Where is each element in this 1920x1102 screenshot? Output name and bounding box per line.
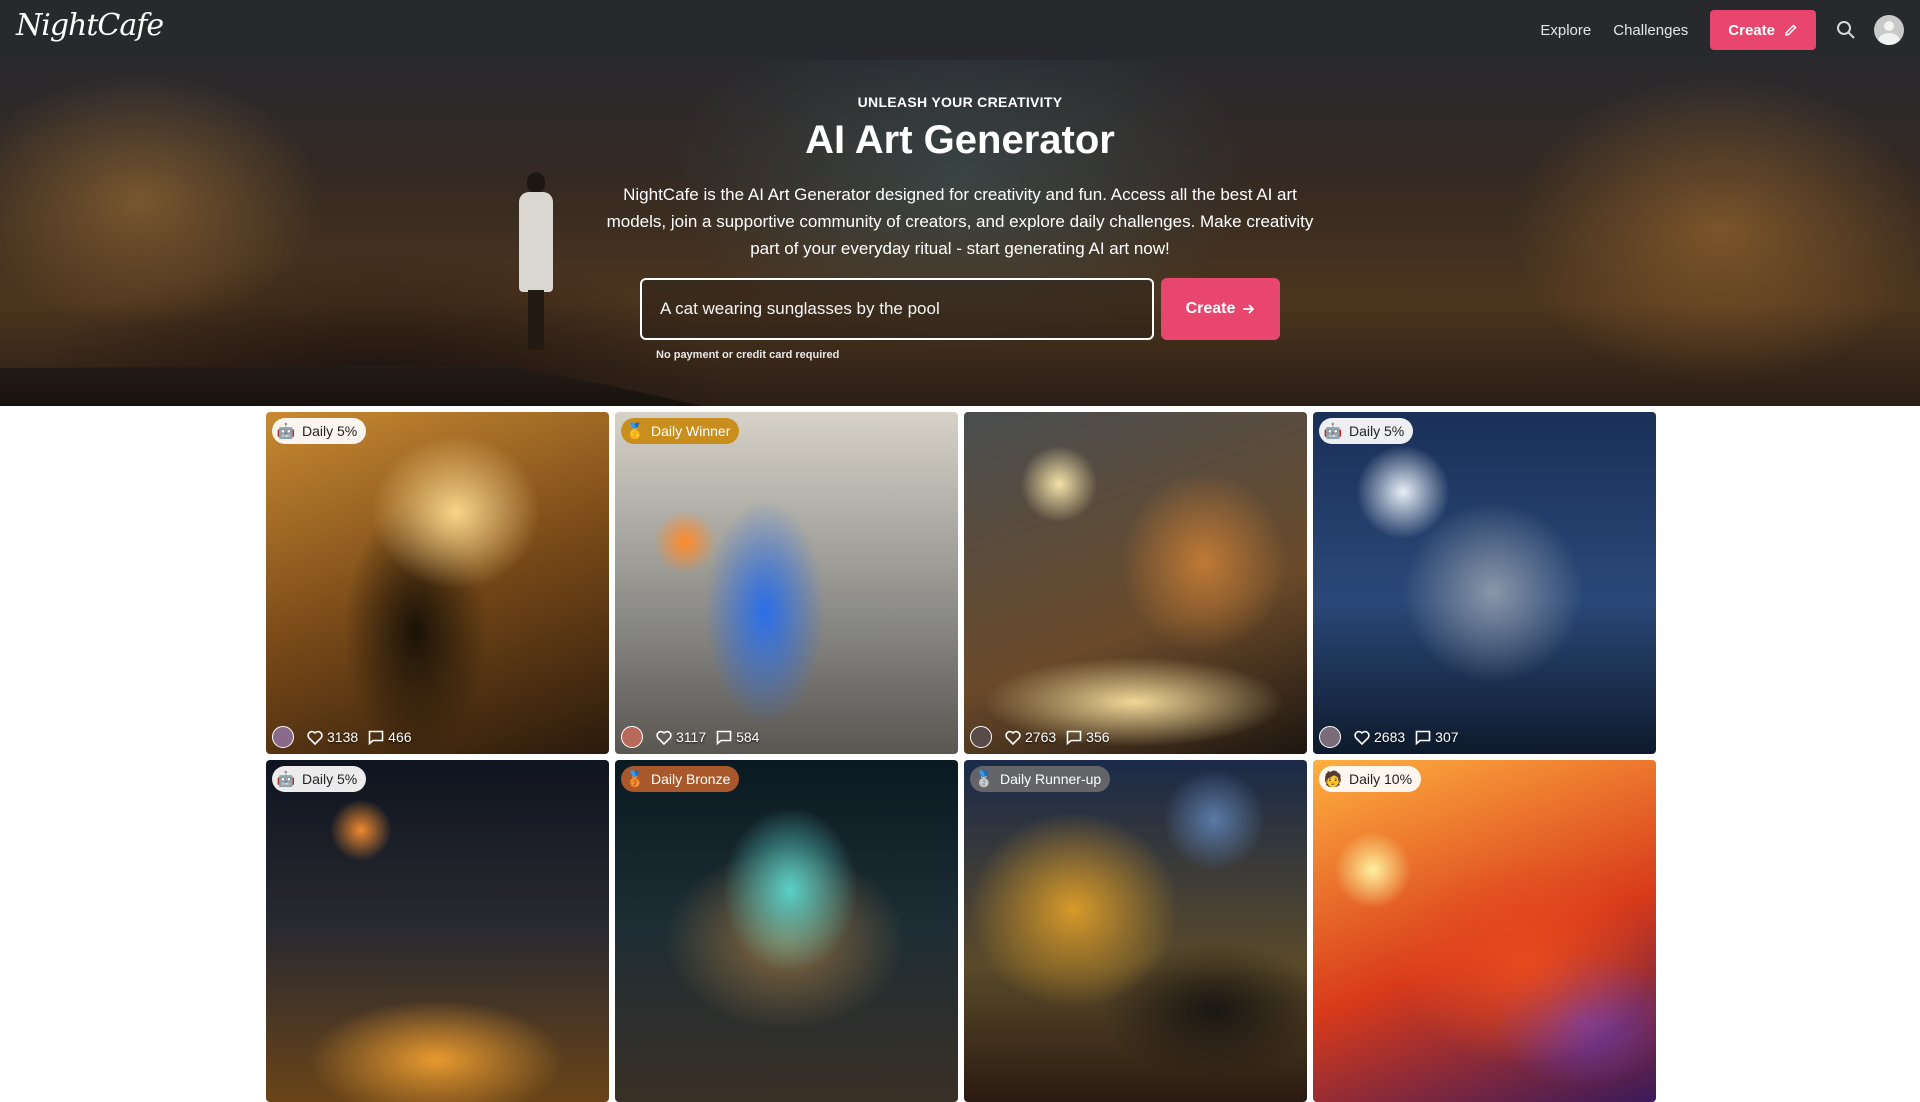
arrow-right-icon	[1243, 304, 1255, 314]
artwork-image	[266, 412, 609, 754]
silver-medal-icon: 🥈	[974, 771, 994, 788]
gallery-card[interactable]: 🤖 Daily 5% 3138 466	[266, 412, 609, 754]
comments-count: 356	[1086, 729, 1110, 745]
award-badge-label: Daily Runner-up	[1000, 771, 1102, 787]
gold-medal-icon: 🥇	[625, 423, 645, 440]
likes-count: 3117	[676, 729, 707, 745]
prompt-create-label: Create	[1185, 300, 1236, 317]
no-payment-note: No payment or credit card required	[656, 349, 840, 361]
likes-count: 3138	[327, 729, 359, 745]
nav-create-label: Create	[1728, 21, 1775, 39]
hero-content: UNLEASH YOUR CREATIVITY AI Art Generator…	[0, 60, 1920, 406]
heart-icon[interactable]	[1354, 730, 1370, 745]
hero-eyebrow: UNLEASH YOUR CREATIVITY	[857, 94, 1063, 110]
user-avatar[interactable]	[1874, 15, 1904, 45]
comment-icon[interactable]	[1066, 730, 1082, 745]
prompt-create-button[interactable]: Create	[1161, 278, 1280, 340]
nav-right: Explore Challenges Create	[1540, 0, 1904, 60]
award-badge: 🤖 Daily 5%	[1319, 418, 1414, 444]
artwork-image	[266, 760, 609, 1102]
award-badge-label: Daily Bronze	[651, 771, 731, 787]
comments-count: 584	[736, 729, 760, 745]
artwork-image	[964, 760, 1307, 1102]
gallery-card[interactable]: 🥈 Daily Runner-up	[964, 760, 1307, 1102]
artwork-image	[1313, 760, 1656, 1102]
gallery-card[interactable]: 🤖 Daily 5% 2683 307	[1313, 412, 1656, 754]
artwork-image	[615, 412, 958, 754]
likes-count: 2763	[1025, 729, 1057, 745]
gallery-card[interactable]: 🥉 Daily Bronze	[615, 760, 958, 1102]
award-badge: 🥉 Daily Bronze	[621, 766, 740, 792]
bronze-medal-icon: 🥉	[625, 771, 645, 788]
robot-icon: 🤖	[276, 771, 296, 788]
card-stats: 3138 466	[272, 726, 422, 748]
prompt-input[interactable]	[640, 278, 1154, 340]
pencil-icon	[1785, 24, 1797, 36]
nav-create-button[interactable]: Create	[1710, 10, 1816, 50]
comments-count: 307	[1435, 729, 1459, 745]
award-badge-label: Daily 5%	[302, 771, 358, 787]
creator-avatar[interactable]	[621, 726, 643, 748]
hero-description: NightCafe is the AI Art Generator design…	[606, 185, 1314, 258]
award-badge-label: Daily 5%	[302, 423, 358, 439]
heart-icon[interactable]	[1005, 730, 1021, 745]
top-navbar: NightCafe Explore Challenges Create	[0, 0, 1920, 60]
heart-icon[interactable]	[656, 730, 672, 745]
card-stats: 3117 584	[621, 726, 769, 748]
nav-link-explore[interactable]: Explore	[1540, 22, 1591, 39]
award-badge: 🥇 Daily Winner	[621, 418, 740, 444]
award-badge: 🥈 Daily Runner-up	[970, 766, 1111, 792]
artwork-image	[1313, 412, 1656, 754]
artwork-image	[964, 412, 1307, 754]
nav-link-challenges[interactable]: Challenges	[1613, 22, 1688, 39]
nightcafe-logo[interactable]: NightCafe	[16, 8, 164, 43]
award-badge: 🤖 Daily 5%	[272, 418, 367, 444]
search-icon[interactable]	[1832, 16, 1860, 44]
card-stats: 2763 356	[970, 726, 1120, 748]
card-stats: 2683 307	[1319, 726, 1469, 748]
comment-icon[interactable]	[716, 730, 732, 745]
gallery-card[interactable]: 🤖 Daily 5%	[266, 760, 609, 1102]
likes-count: 2683	[1374, 729, 1406, 745]
comments-count: 466	[388, 729, 412, 745]
robot-icon: 🤖	[1323, 423, 1343, 440]
creator-avatar[interactable]	[272, 726, 294, 748]
robot-icon: 🤖	[276, 423, 296, 440]
award-badge-label: Daily 10%	[1349, 771, 1413, 787]
hero-banner: UNLEASH YOUR CREATIVITY AI Art Generator…	[0, 60, 1920, 406]
gallery-grid: 🤖 Daily 5% 3138 466 🥇 Daily Winner 3117 …	[266, 412, 1656, 1102]
award-badge: 🤖 Daily 5%	[272, 766, 367, 792]
gallery-card[interactable]: 2763 356	[964, 412, 1307, 754]
comment-icon[interactable]	[1415, 730, 1431, 745]
award-badge: 🧑 Daily 10%	[1319, 766, 1422, 792]
comment-icon[interactable]	[368, 730, 384, 745]
person-icon: 🧑	[1323, 771, 1343, 788]
creator-avatar[interactable]	[1319, 726, 1341, 748]
page-title: AI Art Generator	[805, 118, 1115, 162]
creator-avatar[interactable]	[970, 726, 992, 748]
gallery-card[interactable]: 🧑 Daily 10%	[1313, 760, 1656, 1102]
heart-icon[interactable]	[307, 730, 323, 745]
award-badge-label: Daily Winner	[651, 423, 731, 439]
gallery-card[interactable]: 🥇 Daily Winner 3117 584	[615, 412, 958, 754]
award-badge-label: Daily 5%	[1349, 423, 1405, 439]
artwork-image	[615, 760, 958, 1102]
